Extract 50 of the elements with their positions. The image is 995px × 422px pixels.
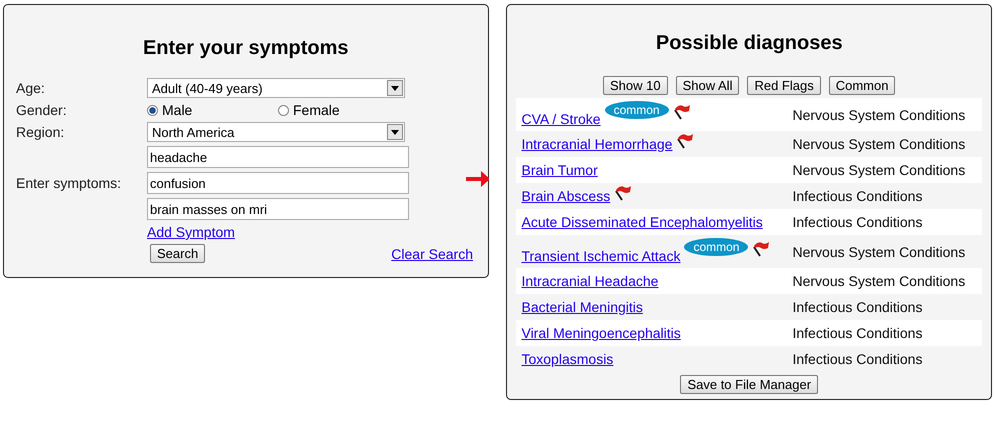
common-badge: common — [684, 238, 748, 256]
common-badge: common — [604, 100, 669, 118]
category-text: Infectious Conditions — [792, 325, 922, 341]
category-text: Nervous System Conditions — [792, 244, 966, 260]
diagnosis-link[interactable]: Toxoplasmosis — [521, 351, 614, 367]
filter-button[interactable]: Red Flags — [747, 76, 821, 95]
category-text: Nervous System Conditions — [792, 162, 966, 178]
symptom-field[interactable]: headache — [147, 146, 409, 168]
panel-title: Possible diagnoses — [654, 32, 844, 55]
field-label: Enter symptoms: — [16, 175, 122, 191]
flag-icon — [672, 102, 691, 120]
diagnosis-link[interactable]: Brain Tumor — [521, 162, 598, 178]
category-text: Infectious Conditions — [792, 188, 922, 204]
region-dropdown[interactable]: North America — [147, 122, 405, 142]
flag-icon — [752, 240, 770, 256]
field-label: Gender: — [16, 102, 68, 118]
add-symptom-link[interactable]: Add Symptom — [147, 224, 235, 240]
search-button[interactable]: Search — [150, 244, 206, 263]
category-text: Nervous System Conditions — [792, 273, 966, 289]
field-label: Age: — [16, 80, 46, 96]
diagnosis-link[interactable]: Intracranial Headache — [521, 273, 658, 289]
category-text: Nervous System Conditions — [792, 106, 966, 122]
diagnosis-link[interactable]: Acute Disseminated Encephalomyelitis — [521, 214, 763, 230]
field-label: Region: — [16, 124, 66, 140]
filter-button[interactable]: Common — [828, 76, 896, 95]
diagnosis-link[interactable]: Brain Abscess — [521, 188, 610, 204]
symptom-field[interactable]: brain masses on mri — [147, 198, 409, 220]
diagnosis-link[interactable]: Intracranial Hemorrhage — [521, 136, 672, 152]
category-text: Infectious Conditions — [792, 351, 922, 367]
symptom-field[interactable]: confusion — [147, 172, 409, 194]
age-dropdown[interactable]: Adult (40-49 years) — [147, 78, 405, 98]
flag-icon — [614, 184, 632, 201]
diagnosis-link[interactable]: Viral Meningoencephalitis — [521, 325, 681, 341]
gender-radio[interactable]: Male — [147, 102, 278, 118]
filter-button[interactable]: Show 10 — [603, 76, 668, 95]
panel-title: Enter your symptoms — [142, 37, 350, 60]
diagnosis-link[interactable]: Bacterial Meningitis — [521, 299, 643, 315]
arrow-icon — [466, 170, 490, 188]
category-text: Infectious Conditions — [792, 214, 922, 230]
category-text: Infectious Conditions — [792, 299, 922, 315]
filter-button[interactable]: Show All — [676, 76, 740, 95]
category-text: Nervous System Conditions — [792, 136, 966, 152]
flag-icon — [676, 132, 694, 149]
diagnosis-link[interactable]: Transient Ischemic Attack — [521, 248, 680, 264]
caret-icon — [391, 130, 399, 134]
gender-radio[interactable]: Female — [278, 102, 409, 118]
diagnosis-link[interactable]: CVA / Stroke — [521, 110, 601, 126]
clear-search-link[interactable]: Clear Search — [391, 246, 473, 262]
caret-icon — [391, 86, 399, 90]
save-button[interactable]: Save to File Manager — [680, 375, 818, 394]
